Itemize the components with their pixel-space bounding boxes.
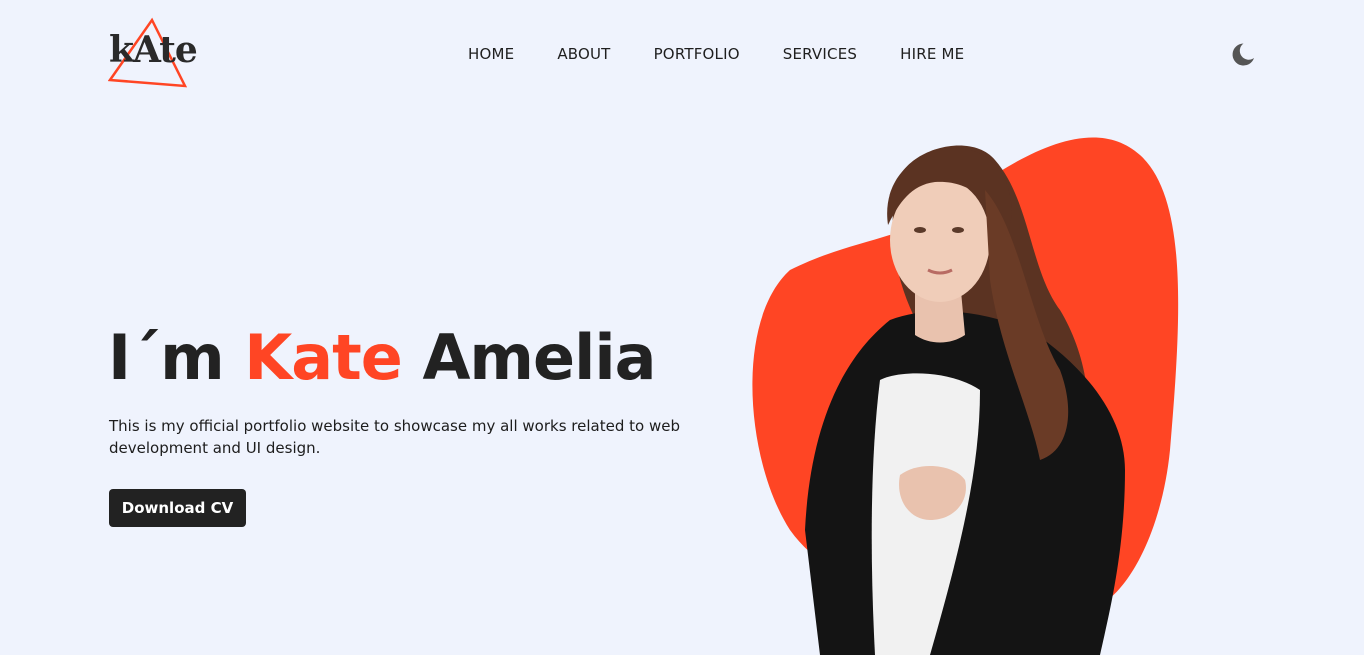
logo[interactable]: kAte bbox=[108, 16, 200, 92]
main-nav: HOME ABOUT PORTFOLIO SERVICES HIRE ME bbox=[468, 45, 964, 63]
hero-greeting: I´m bbox=[108, 321, 225, 394]
hero-first-name: Kate bbox=[244, 321, 403, 394]
nav-services[interactable]: SERVICES bbox=[783, 45, 857, 63]
hero-description: This is my official portfolio website to… bbox=[109, 417, 680, 457]
theme-toggle-button[interactable] bbox=[1228, 41, 1256, 69]
nav-about[interactable]: ABOUT bbox=[557, 45, 610, 63]
nav-portfolio[interactable]: PORTFOLIO bbox=[654, 45, 740, 63]
hero-illustration bbox=[730, 130, 1210, 655]
page: kAte HOME ABOUT PORTFOLIO SERVICES HIRE … bbox=[0, 0, 1364, 655]
hero-portrait-image bbox=[752, 137, 1179, 655]
hero-title: I´m Kate Amelia bbox=[108, 318, 656, 398]
logo-text: kAte bbox=[109, 29, 198, 71]
moon-icon bbox=[1232, 43, 1254, 66]
nav-home[interactable]: HOME bbox=[468, 45, 514, 63]
download-cv-button[interactable]: Download CV bbox=[109, 489, 246, 527]
hero-last-name: Amelia bbox=[422, 321, 656, 394]
nav-hire-me[interactable]: HIRE ME bbox=[900, 45, 964, 63]
